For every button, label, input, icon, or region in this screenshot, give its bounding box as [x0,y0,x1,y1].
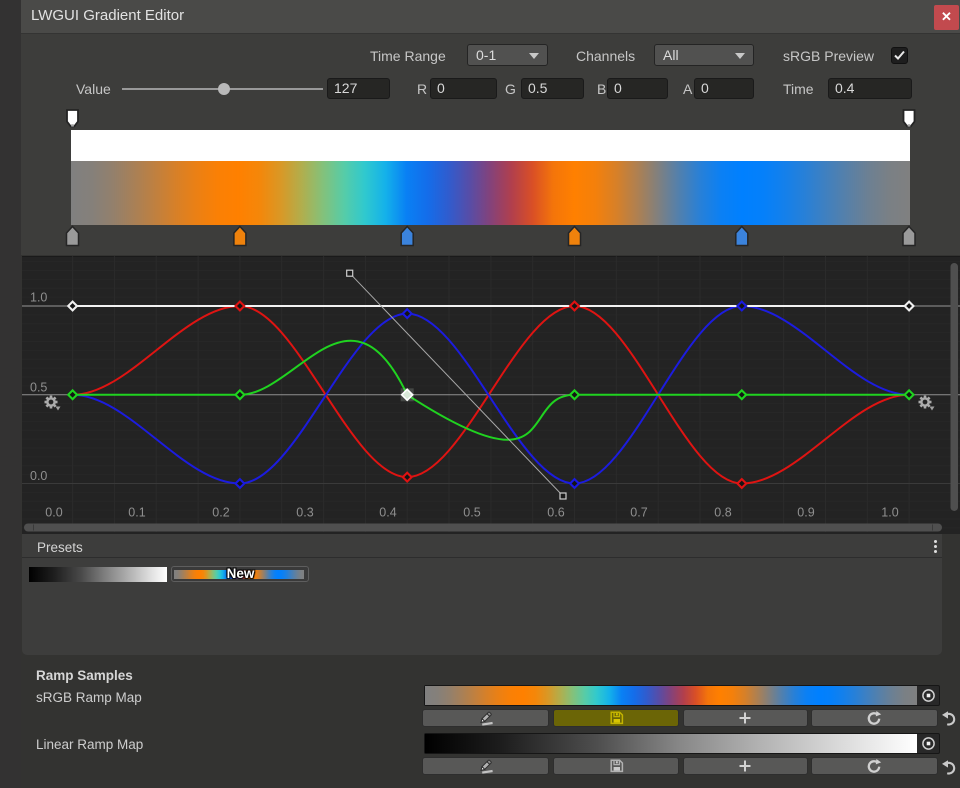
svg-text:0.2: 0.2 [212,506,229,520]
svg-text:0.5: 0.5 [463,506,480,520]
svg-text:0.8: 0.8 [714,506,731,520]
svg-text:0.3: 0.3 [296,506,313,520]
svg-text:0.1: 0.1 [128,506,145,520]
svg-text:1.0: 1.0 [30,291,47,305]
svg-text:0.7: 0.7 [630,506,647,520]
svg-text:0.4: 0.4 [379,506,396,520]
svg-text:0.9: 0.9 [797,506,814,520]
svg-text:0.5: 0.5 [30,381,47,395]
svg-text:1.0: 1.0 [881,506,898,520]
svg-text:0.0: 0.0 [30,469,47,483]
svg-text:0.6: 0.6 [547,506,564,520]
svg-text:0.0: 0.0 [45,506,62,520]
